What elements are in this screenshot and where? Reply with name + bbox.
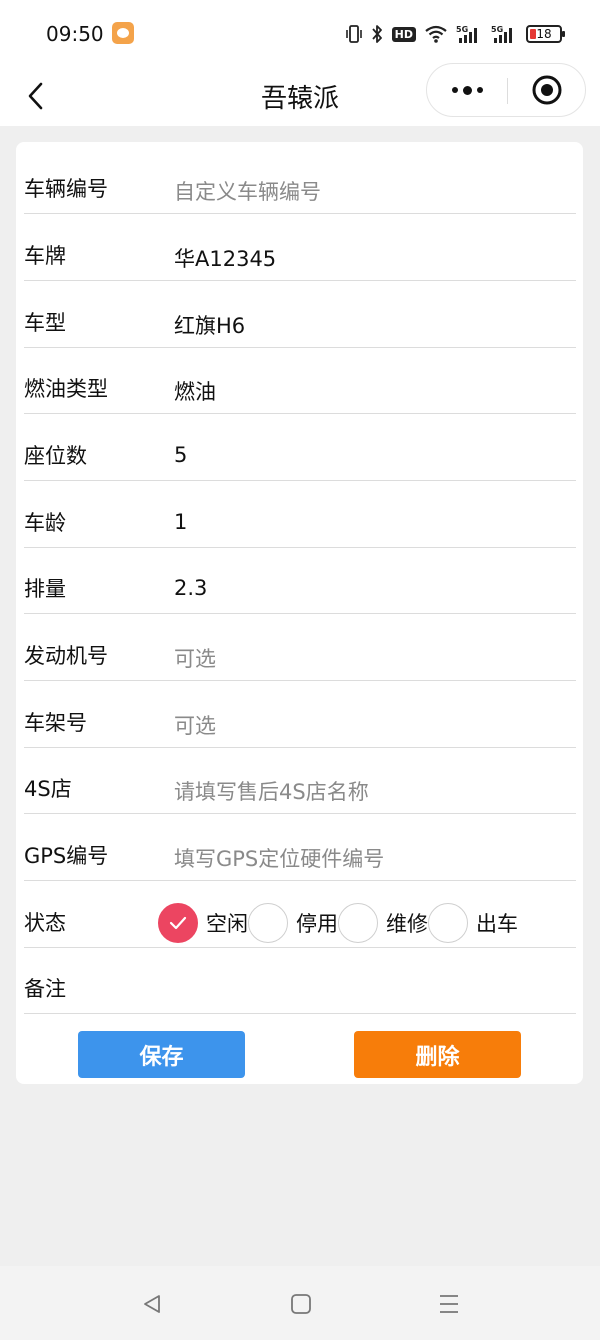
navigation-bar: 吾辕派 <box>0 63 600 126</box>
field-row-status: 状态 空闲 停用 维修 出车 <box>24 881 576 948</box>
field-row-remark: 备注 <box>24 947 576 1014</box>
field-row-fuel-type: 燃油类型 燃油 <box>24 347 576 414</box>
close-button[interactable] <box>507 64 587 116</box>
field-label: 车架号 <box>24 711 87 735</box>
field-label: 车牌 <box>24 244 66 268</box>
radio-label: 出车 <box>476 912 518 936</box>
menu-lines-icon <box>440 1295 458 1313</box>
4s-store-input[interactable]: 请填写售后4S店名称 <box>174 776 564 806</box>
delete-button[interactable]: 删除 <box>354 1031 521 1078</box>
system-back-button[interactable] <box>132 1286 172 1322</box>
field-row-seats: 座位数 5 <box>24 414 576 481</box>
field-row-plate: 车牌 华A12345 <box>24 214 576 281</box>
vehicle-age-input[interactable]: 1 <box>174 510 564 534</box>
system-home-button[interactable] <box>281 1286 321 1322</box>
field-label: 座位数 <box>24 444 87 468</box>
field-row-engine-number: 发动机号 可选 <box>24 614 576 681</box>
status-radio-out[interactable]: 出车 <box>428 903 518 943</box>
status-time: 09:50 <box>46 22 104 46</box>
model-input[interactable]: 红旗H6 <box>174 310 564 340</box>
wifi-icon <box>425 25 447 43</box>
field-row-model: 车型 红旗H6 <box>24 281 576 348</box>
field-row-vehicle-age: 车龄 1 <box>24 481 576 548</box>
status-icons: HD 5G 5G 18 <box>345 20 565 48</box>
fuel-type-input[interactable]: 燃油 <box>174 376 564 406</box>
radio-label: 停用 <box>296 912 338 936</box>
more-button[interactable] <box>427 64 507 116</box>
field-label: 排量 <box>24 577 66 601</box>
frame-number-input[interactable]: 可选 <box>174 710 564 740</box>
gps-number-input[interactable]: 填写GPS定位硬件编号 <box>174 843 564 873</box>
vehicle-number-input[interactable]: 自定义车辆编号 <box>174 176 564 206</box>
field-label: GPS编号 <box>24 844 109 868</box>
dot <box>462 85 472 95</box>
save-button[interactable]: 保存 <box>78 1031 245 1078</box>
square-home-icon <box>291 1294 311 1314</box>
seats-input[interactable]: 5 <box>174 443 564 467</box>
checkmark-icon <box>169 916 187 930</box>
field-label: 备注 <box>24 977 66 1001</box>
status-bar: 09:50 HD 5G 5G 18 <box>0 0 600 68</box>
signal-5g-icon-2: 5G <box>491 25 512 43</box>
hd-badge: HD <box>391 26 416 42</box>
field-label: 发动机号 <box>24 644 108 668</box>
field-label: 4S店 <box>24 777 72 801</box>
engine-number-input[interactable]: 可选 <box>174 643 564 673</box>
field-label: 燃油类型 <box>24 377 108 401</box>
status-radio-idle[interactable]: 空闲 <box>158 903 248 943</box>
radio-unchecked-icon <box>338 903 378 943</box>
system-navigation-bar <box>0 1266 600 1340</box>
app-notification-icon <box>112 22 134 44</box>
field-label: 车龄 <box>24 511 66 535</box>
target-circle-icon <box>532 75 562 105</box>
field-label: 状态 <box>24 911 66 935</box>
field-row-4s-store: 4S店 请填写售后4S店名称 <box>24 747 576 814</box>
svg-text:5G: 5G <box>456 25 468 34</box>
field-row-displacement: 排量 2.3 <box>24 547 576 614</box>
mini-program-capsule <box>426 63 586 117</box>
radio-checked-icon <box>158 903 198 943</box>
system-menu-button[interactable] <box>429 1286 469 1322</box>
triangle-back-icon <box>144 1295 160 1313</box>
svg-text:5G: 5G <box>491 25 503 34</box>
radio-unchecked-icon <box>248 903 288 943</box>
plate-input[interactable]: 华A12345 <box>174 243 564 273</box>
field-label: 车型 <box>24 311 66 335</box>
signal-5g-icon: 5G <box>456 25 477 43</box>
vibrate-icon <box>345 25 362 43</box>
status-radio-disabled[interactable]: 停用 <box>248 903 338 943</box>
field-row-vehicle-number: 车辆编号 自定义车辆编号 <box>24 147 576 214</box>
bluetooth-icon <box>371 25 382 43</box>
field-row-frame-number: 车架号 可选 <box>24 681 576 748</box>
radio-label: 维修 <box>386 912 428 936</box>
field-label: 车辆编号 <box>24 177 108 201</box>
dot <box>451 87 458 93</box>
radio-unchecked-icon <box>428 903 468 943</box>
field-row-gps-number: GPS编号 填写GPS定位硬件编号 <box>24 814 576 881</box>
status-radio-repair[interactable]: 维修 <box>338 903 428 943</box>
vehicle-form-card: 车辆编号 自定义车辆编号 车牌 华A12345 车型 红旗H6 燃油类型 燃油 … <box>16 142 583 1084</box>
displacement-input[interactable]: 2.3 <box>174 576 564 600</box>
status-radio-group: 空闲 停用 维修 出车 <box>158 903 518 943</box>
battery-icon: 18 <box>526 25 565 43</box>
dot <box>476 87 483 93</box>
radio-label: 空闲 <box>206 912 248 936</box>
